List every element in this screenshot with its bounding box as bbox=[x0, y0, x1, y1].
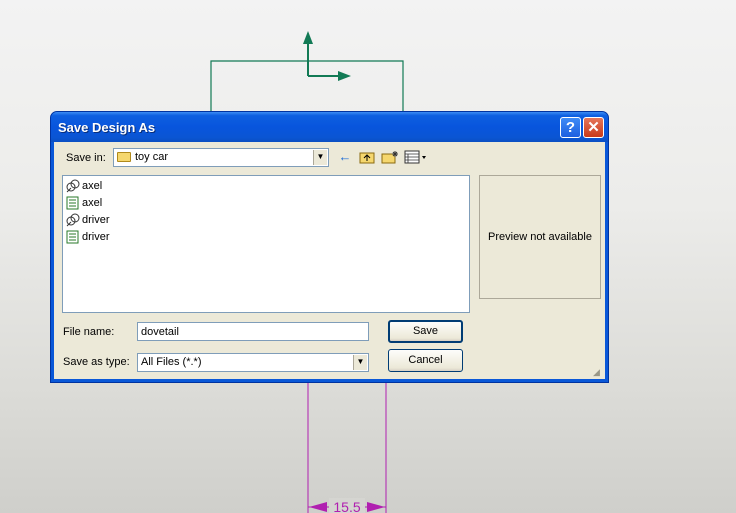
part-icon bbox=[66, 230, 80, 244]
save-in-label: Save in: bbox=[66, 152, 106, 164]
dimension-arrow-right bbox=[367, 502, 385, 512]
chevron-down-icon[interactable]: ▼ bbox=[313, 150, 327, 165]
y-axis-arrowhead bbox=[303, 31, 313, 44]
save-in-dropdown[interactable]: toy car ▼ bbox=[113, 148, 329, 167]
dimension-value[interactable]: 15.5 bbox=[333, 499, 360, 513]
preview-pane: Preview not available bbox=[479, 175, 601, 299]
save-type-label: Save as type: bbox=[63, 356, 130, 368]
dialog-titlebar[interactable]: Save Design As ? ✕ bbox=[51, 112, 608, 142]
list-item[interactable]: driver bbox=[66, 212, 110, 228]
save-type-dropdown[interactable]: All Files (*.*) ▼ bbox=[137, 353, 369, 372]
file-name-label: File name: bbox=[63, 326, 115, 338]
list-item[interactable]: axel bbox=[66, 195, 102, 211]
cancel-button[interactable]: Cancel bbox=[388, 349, 463, 372]
help-button[interactable]: ? bbox=[560, 117, 581, 138]
chevron-down-icon[interactable]: ▼ bbox=[353, 355, 367, 370]
file-list[interactable]: axel axel driver driver bbox=[62, 175, 470, 313]
list-item[interactable]: driver bbox=[66, 229, 110, 245]
save-type-value: All Files (*.*) bbox=[141, 356, 202, 368]
view-menu-icon[interactable] bbox=[404, 150, 428, 164]
assembly-icon bbox=[66, 179, 80, 193]
assembly-icon bbox=[66, 213, 80, 227]
up-folder-icon[interactable] bbox=[359, 150, 375, 164]
save-in-value: toy car bbox=[135, 151, 169, 163]
save-design-dialog: Save Design As ? ✕ Save in: toy car ▼ ← … bbox=[50, 111, 609, 383]
new-folder-icon[interactable] bbox=[381, 150, 398, 164]
preview-text: Preview not available bbox=[488, 231, 592, 243]
list-item[interactable]: axel bbox=[66, 178, 102, 194]
folder-icon bbox=[117, 152, 131, 163]
part-icon bbox=[66, 196, 80, 210]
resize-grip-icon[interactable]: ◢ bbox=[593, 367, 603, 377]
save-button[interactable]: Save bbox=[388, 320, 463, 343]
x-axis-arrowhead bbox=[338, 71, 351, 81]
dialog-body: Save in: toy car ▼ ← axel axel driver dr… bbox=[54, 142, 605, 379]
back-icon[interactable]: ← bbox=[337, 150, 353, 164]
dimension-arrow-left bbox=[309, 502, 327, 512]
dialog-title: Save Design As bbox=[58, 120, 156, 135]
close-button[interactable]: ✕ bbox=[583, 117, 604, 138]
file-name-input[interactable] bbox=[137, 322, 369, 341]
